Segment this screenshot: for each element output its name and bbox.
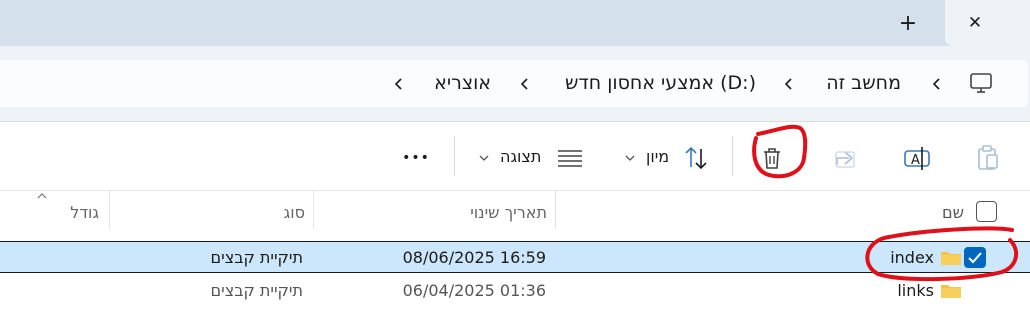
view-button[interactable]: תצוגה bbox=[474, 142, 590, 174]
select-all-checkbox[interactable] bbox=[976, 201, 997, 222]
column-header-row: שם תאריך שינוי סוג גודל bbox=[0, 191, 1030, 237]
address-area: מחשב זה אמצעי אחסון חדש (D:) אוצריא bbox=[0, 46, 1030, 121]
file-type: תיקיית קבצים bbox=[210, 248, 304, 267]
delete-button[interactable] bbox=[755, 142, 789, 174]
chevron-left-icon[interactable] bbox=[783, 76, 795, 92]
address-bar[interactable]: מחשב זה אמצעי אחסון חדש (D:) אוצריא bbox=[0, 60, 1028, 107]
active-tab[interactable]: ✕ bbox=[945, 0, 1030, 46]
breadcrumb-this-pc[interactable]: מחשב זה bbox=[826, 72, 901, 94]
chevron-down-icon bbox=[625, 155, 635, 161]
view-label: תצוגה bbox=[500, 147, 542, 166]
file-name[interactable]: index bbox=[890, 248, 934, 267]
sort-button[interactable]: מיון bbox=[618, 142, 714, 174]
paste-button[interactable] bbox=[970, 142, 1004, 174]
row-checkbox[interactable] bbox=[964, 247, 986, 268]
this-pc-icon[interactable] bbox=[966, 70, 996, 98]
column-divider[interactable] bbox=[555, 191, 556, 229]
chevron-left-icon[interactable] bbox=[393, 76, 405, 92]
folder-icon bbox=[941, 252, 961, 265]
close-icon: ✕ bbox=[967, 13, 983, 33]
file-type: תיקיית קבצים bbox=[210, 281, 304, 300]
column-size[interactable]: גודל bbox=[70, 203, 99, 222]
column-type[interactable]: סוג bbox=[284, 203, 305, 222]
checkmark-icon bbox=[968, 252, 982, 264]
new-tab-label: + bbox=[898, 10, 918, 36]
share-icon bbox=[835, 151, 855, 168]
svg-text:A: A bbox=[911, 153, 920, 168]
more-options-button[interactable]: ••• bbox=[396, 142, 436, 174]
column-date-modified[interactable]: תאריך שינוי bbox=[470, 203, 547, 222]
command-bar: A מיון תצוגה ••• bbox=[0, 121, 1030, 191]
new-tab-button[interactable]: + bbox=[894, 9, 922, 37]
share-button[interactable] bbox=[829, 142, 863, 174]
column-name[interactable]: שם bbox=[942, 203, 964, 222]
folder-icon bbox=[941, 285, 961, 298]
trash-icon bbox=[764, 148, 780, 169]
file-date-modified: 06/04/2025 01:36 bbox=[402, 281, 546, 300]
chevron-down-icon bbox=[479, 155, 489, 161]
more-icon: ••• bbox=[402, 150, 430, 166]
chevron-left-icon[interactable] bbox=[931, 76, 943, 92]
rename-button[interactable]: A bbox=[900, 142, 934, 174]
breadcrumb-otzaria[interactable]: אוצריא bbox=[434, 72, 491, 94]
column-divider[interactable] bbox=[109, 191, 110, 229]
sort-label: מיון bbox=[646, 147, 670, 166]
rename-icon: A bbox=[904, 147, 930, 170]
tab-strip: + ✕ bbox=[0, 0, 1030, 46]
file-row-index[interactable]: index 08/06/2025 16:59 תיקיית קבצים bbox=[0, 241, 1030, 273]
file-name[interactable]: links bbox=[897, 281, 934, 300]
list-view-icon bbox=[558, 150, 582, 167]
file-date-modified: 08/06/2025 16:59 bbox=[402, 248, 546, 267]
column-divider[interactable] bbox=[313, 191, 314, 229]
sort-caret-icon bbox=[37, 193, 47, 199]
paste-icon bbox=[978, 145, 998, 170]
breadcrumb-drive-d[interactable]: אמצעי אחסון חדש (D:) bbox=[565, 72, 756, 94]
toolbar-divider bbox=[732, 136, 733, 176]
sort-arrows-icon bbox=[685, 146, 707, 170]
toolbar-divider bbox=[454, 136, 455, 176]
chevron-left-icon[interactable] bbox=[519, 76, 531, 92]
close-tab-button[interactable]: ✕ bbox=[961, 9, 989, 37]
file-row-links[interactable]: links 06/04/2025 01:36 תיקיית קבצים bbox=[0, 275, 1030, 307]
